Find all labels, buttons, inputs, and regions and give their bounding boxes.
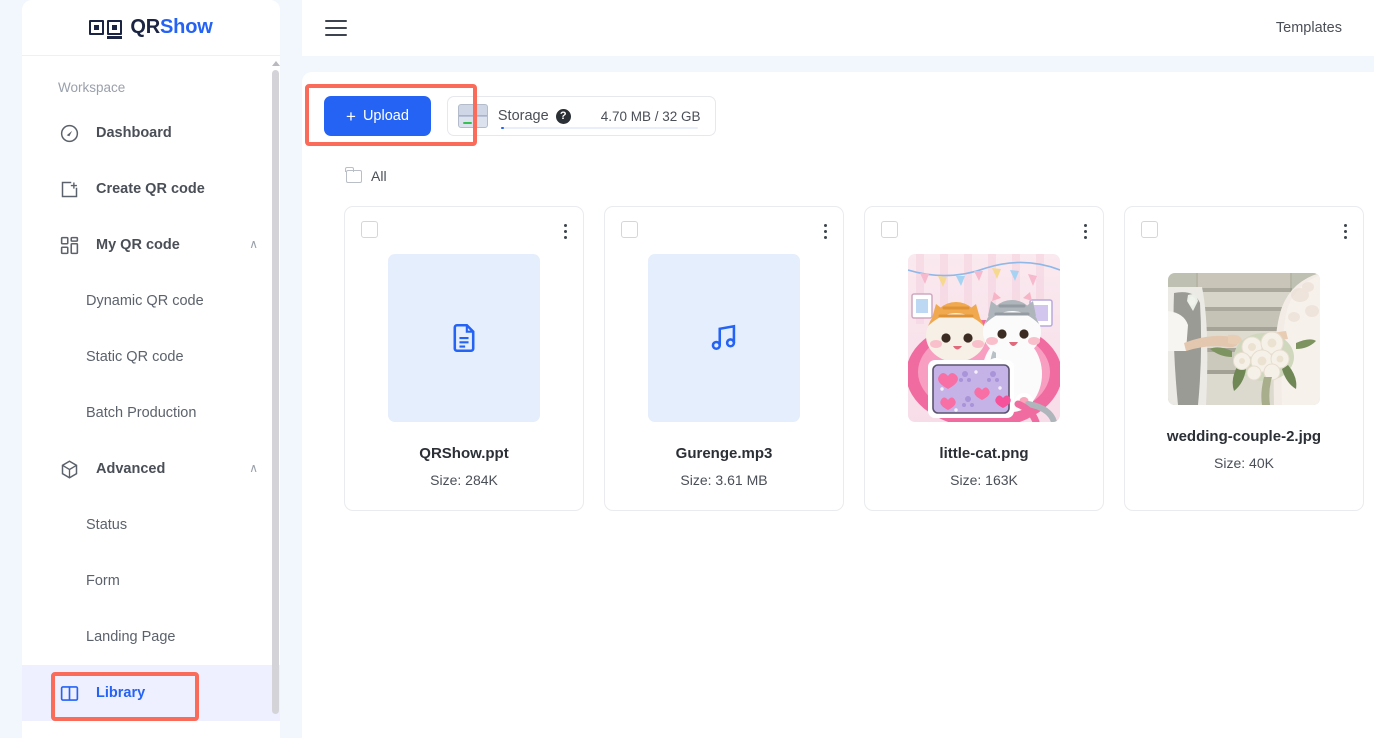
sidebar-item-batch-production[interactable]: Batch Production — [22, 385, 280, 441]
compass-icon — [58, 122, 80, 144]
chevron-up-icon[interactable]: ∧ — [249, 461, 258, 475]
sidebar-item-label: My QR code — [96, 237, 180, 253]
brand-title: QRShow — [130, 16, 212, 39]
sidebar-item-dashboard[interactable]: Dashboard — [22, 105, 280, 161]
book-icon — [58, 682, 80, 704]
file-name: little-cat.png — [939, 445, 1029, 462]
sidebar-item-label: Status — [86, 517, 128, 533]
file-checkbox[interactable] — [881, 221, 898, 238]
sidebar: QRShow Workspace Dashboard Create QR cod… — [22, 0, 280, 738]
file-card-header — [1141, 221, 1349, 242]
sidebar-item-landing-page[interactable]: Landing Page — [22, 609, 280, 665]
brand-logo[interactable]: QRShow — [22, 0, 280, 56]
file-thumbnail — [908, 254, 1060, 422]
sidebar-item-label: Batch Production — [86, 405, 197, 421]
storage-value: 4.70 MB / 32 GB — [600, 108, 701, 124]
brand-title-qr: QR — [130, 16, 161, 38]
file-card[interactable]: wedding-couple-2.jpg Size: 40K — [1124, 206, 1364, 511]
file-size: Size: 284K — [430, 472, 498, 488]
file-card[interactable]: Gurenge.mp3 Size: 3.61 MB — [604, 206, 844, 511]
cube-icon — [58, 458, 80, 480]
upload-button[interactable]: + Upload — [324, 96, 431, 136]
sidebar-item-label: Create QR code — [96, 181, 205, 197]
document-icon — [453, 323, 475, 353]
file-thumbnail — [388, 254, 540, 422]
sidebar-item-form[interactable]: Form — [22, 553, 280, 609]
sidebar-item-library[interactable]: Library — [22, 665, 280, 721]
breadcrumb-label: All — [371, 168, 387, 184]
sidebar-item-label: Advanced — [96, 461, 166, 477]
sidebar-item-dynamic-qr-code[interactable]: Dynamic QR code — [22, 273, 280, 329]
file-card[interactable]: QRShow.ppt Size: 284K — [344, 206, 584, 511]
file-checkbox[interactable] — [621, 221, 638, 238]
top-bar: Templates — [302, 0, 1374, 56]
upload-button-label: Upload — [362, 108, 409, 124]
disk-icon — [457, 104, 488, 128]
file-card-header — [361, 221, 569, 242]
file-thumbnail — [648, 254, 800, 422]
sidebar-section-workspace: Workspace — [58, 80, 126, 95]
more-options-icon[interactable] — [822, 221, 829, 242]
file-grid: QRShow.ppt Size: 284K Gurenge.mp3 Size: … — [324, 206, 1374, 511]
file-card-header — [621, 221, 829, 242]
sidebar-item-label: Dashboard — [96, 125, 172, 141]
sidebar-item-label: Landing Page — [86, 629, 176, 645]
sidebar-nav: Workspace Dashboard Create QR code My QR… — [22, 56, 280, 738]
sidebar-item-create-qr-code[interactable]: Create QR code — [22, 161, 280, 217]
file-checkbox[interactable] — [1141, 221, 1158, 238]
templates-link[interactable]: Templates — [1276, 20, 1342, 36]
square-plus-icon — [58, 178, 80, 200]
breadcrumb[interactable]: All — [324, 166, 1374, 184]
more-options-icon[interactable] — [1082, 221, 1089, 242]
hamburger-icon[interactable] — [325, 15, 347, 41]
music-note-icon — [711, 324, 736, 351]
file-thumbnail — [1168, 273, 1320, 405]
file-name: wedding-couple-2.jpg — [1166, 428, 1322, 445]
help-icon[interactable]: ? — [555, 108, 571, 124]
sidebar-item-static-qr-code[interactable]: Static QR code — [22, 329, 280, 385]
wedding-photo — [1168, 273, 1320, 405]
file-name: Gurenge.mp3 — [675, 445, 773, 462]
qrshow-logo-icon — [89, 20, 123, 39]
file-name: QRShow.ppt — [419, 445, 509, 462]
content-panel: + Upload Storage ? 4.70 MB / 32 GB All Q… — [302, 72, 1374, 738]
chevron-up-icon[interactable]: ∧ — [249, 237, 258, 251]
plus-icon: + — [346, 106, 356, 126]
sidebar-item-my-qr-code[interactable]: My QR code ∧ — [22, 217, 280, 273]
file-checkbox[interactable] — [361, 221, 378, 238]
storage-label: Storage — [497, 108, 549, 124]
more-options-icon[interactable] — [562, 221, 569, 242]
sidebar-item-label: Static QR code — [86, 349, 184, 365]
folder-icon — [345, 166, 362, 183]
storage-widget: Storage ? 4.70 MB / 32 GB — [446, 96, 716, 136]
sidebar-scrollbar-thumb[interactable] — [272, 70, 279, 714]
file-size: Size: 163K — [950, 472, 1018, 488]
sidebar-item-advanced[interactable]: Advanced ∧ — [22, 441, 280, 497]
file-card[interactable]: little-cat.png Size: 163K — [864, 206, 1104, 511]
sidebar-item-label: Dynamic QR code — [86, 293, 204, 309]
qr-grid-icon — [58, 234, 80, 256]
library-toolbar: + Upload Storage ? 4.70 MB / 32 GB — [305, 84, 1374, 146]
file-card-header — [881, 221, 1089, 242]
sidebar-item-label: Library — [96, 685, 146, 701]
storage-progress-fill — [500, 126, 504, 129]
main-area: Templates + Upload Storage ? 4.70 MB / 3… — [302, 0, 1374, 738]
more-options-icon[interactable] — [1342, 221, 1349, 242]
sidebar-item-label: Form — [86, 573, 120, 589]
file-size: Size: 40K — [1214, 455, 1274, 471]
cat-illustration — [908, 254, 1060, 422]
sidebar-item-status[interactable]: Status — [22, 497, 280, 553]
file-size: Size: 3.61 MB — [680, 472, 768, 488]
brand-title-show: Show — [160, 16, 213, 38]
storage-progress-bar — [500, 126, 698, 129]
